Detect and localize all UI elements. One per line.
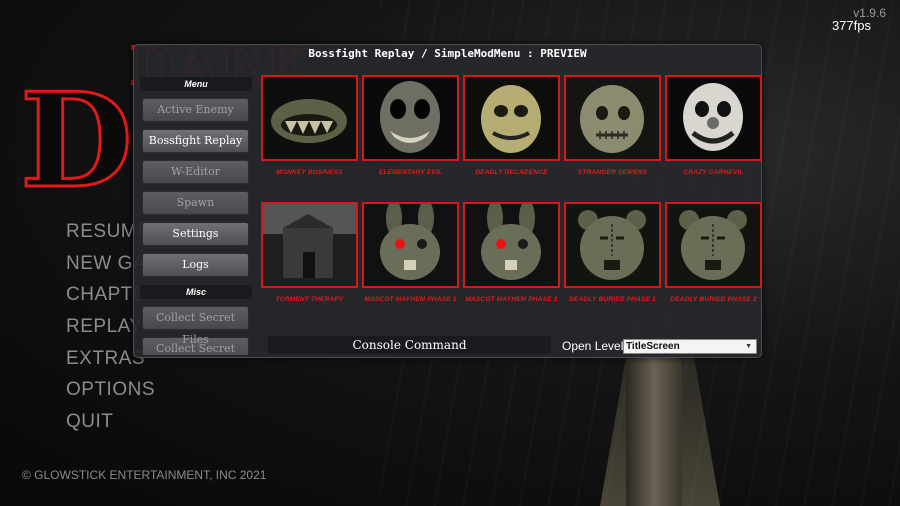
gold-mask-icon <box>463 75 560 161</box>
bossfight-card-mascot-mayhem-1[interactable]: MASCOT MAYHEM PHASE 1 <box>362 202 459 303</box>
main-menu-quit[interactable]: QUIT <box>66 406 176 438</box>
bossfight-card-torment-therapy[interactable]: TORMENT THERAPY <box>261 202 358 303</box>
spawn-button[interactable]: Spawn <box>142 191 249 215</box>
clown-face-icon <box>665 75 762 161</box>
ghoul-face-icon <box>362 75 459 161</box>
stitched-mask-icon <box>564 75 661 161</box>
menu-section-header: Menu <box>140 77 252 91</box>
copyright-text: © GLOWSTICK ENTERTAINMENT, INC 2021 <box>22 468 267 482</box>
open-level-label: Open Level: <box>562 339 627 353</box>
bossfight-replay-button[interactable]: Bossfight Replay <box>142 129 249 153</box>
chevron-down-icon: ▼ <box>745 343 752 350</box>
bossfight-label: STRANGER SEWERS <box>577 169 648 176</box>
rabbit-mascot-icon <box>362 202 459 288</box>
monkey-mask-icon <box>261 75 358 161</box>
building-icon <box>261 202 358 288</box>
bossfight-label: DEADLY BURIED PHASE 1 <box>569 296 656 303</box>
console-command-button[interactable]: Console Command <box>268 336 551 354</box>
bossfight-card-deadly-buried-1[interactable]: DEADLY BURIED PHASE 1 <box>564 202 661 303</box>
mod-sidebar: Menu Active Enemy Bossfight Replay W-Edi… <box>140 77 252 355</box>
bossfight-card-deadly-buried-2[interactable]: DEADLY BURIED PHASE 2 <box>665 202 762 303</box>
open-level-value: TitleScreen <box>626 341 680 352</box>
bossfight-card-elementary-evil[interactable]: ELEMENTARY EVIL <box>362 75 459 176</box>
mod-menu-window: Bossfight Replay / SimpleModMenu : PREVI… <box>133 44 762 358</box>
fps-counter: 377fps <box>831 18 871 33</box>
bossfight-label: MONKEY BUSINESS <box>276 169 343 176</box>
teddy-bear-icon <box>564 202 661 288</box>
bossfight-label: ELEMENTARY EVIL <box>378 169 443 176</box>
bossfight-card-mascot-mayhem-2[interactable]: MASCOT MAYHEM PHASE 2 <box>463 202 560 303</box>
active-enemy-button[interactable]: Active Enemy <box>142 98 249 122</box>
bossfight-card-stranger-sewers[interactable]: STRANGER SEWERS <box>564 75 661 176</box>
bossfight-card-crazy-carnevil[interactable]: CRAZY CARNEVIL <box>665 75 762 176</box>
teddy-bear-icon <box>665 202 762 288</box>
bossfight-label: MASCOT MAYHEM PHASE 1 <box>364 296 457 303</box>
rabbit-mascot-icon <box>463 202 560 288</box>
collect-secret-files-button-2[interactable]: Collect Secret Files <box>142 337 249 355</box>
bossfight-label: CRAZY CARNEVIL <box>683 169 744 176</box>
main-menu-options[interactable]: OPTIONS <box>66 374 176 406</box>
settings-button[interactable]: Settings <box>142 222 249 246</box>
bossfight-label: DEADLY DECADENCE <box>475 169 548 176</box>
bossfight-label: MASCOT MAYHEM PHASE 2 <box>465 296 558 303</box>
mod-window-title[interactable]: Bossfight Replay / SimpleModMenu : PREVI… <box>134 45 761 63</box>
logs-button[interactable]: Logs <box>142 253 249 277</box>
open-level-select[interactable]: TitleScreen ▼ <box>623 339 757 354</box>
collect-secret-files-button[interactable]: Collect Secret Files <box>142 306 249 346</box>
misc-section-header: Misc <box>140 285 252 299</box>
bossfight-label: TORMENT THERAPY <box>275 296 344 303</box>
bossfight-card-deadly-decadence[interactable]: DEADLY DECADENCE <box>463 75 560 176</box>
bossfight-card-monkey-business[interactable]: MONKEY BUSINESS <box>261 75 358 176</box>
w-editor-button[interactable]: W-Editor <box>142 160 249 184</box>
lamp-post <box>626 356 682 506</box>
logo-d-icon: D <box>19 64 135 217</box>
bossfight-label: DEADLY BURIED PHASE 2 <box>670 296 757 303</box>
